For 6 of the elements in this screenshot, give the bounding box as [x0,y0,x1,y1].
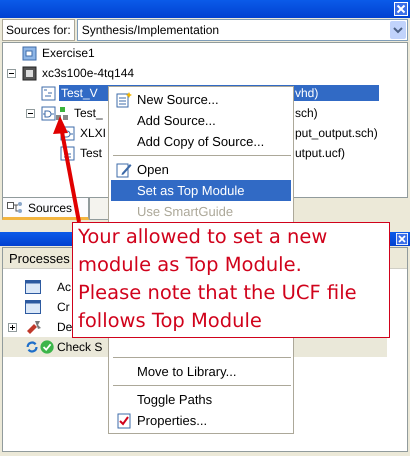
tree-item-text: sch) [294,105,319,121]
tree-item-text: put_output.sch) [294,125,379,141]
tree-item-text: vhd) [293,85,379,101]
callout-note: Your allowed to set a new module as Top Module. Please note that the UCF file follows Top Module [72,222,390,338]
tree-item-text: utput.ucf) [294,145,346,161]
field-label: Sources for: [2,19,75,41]
